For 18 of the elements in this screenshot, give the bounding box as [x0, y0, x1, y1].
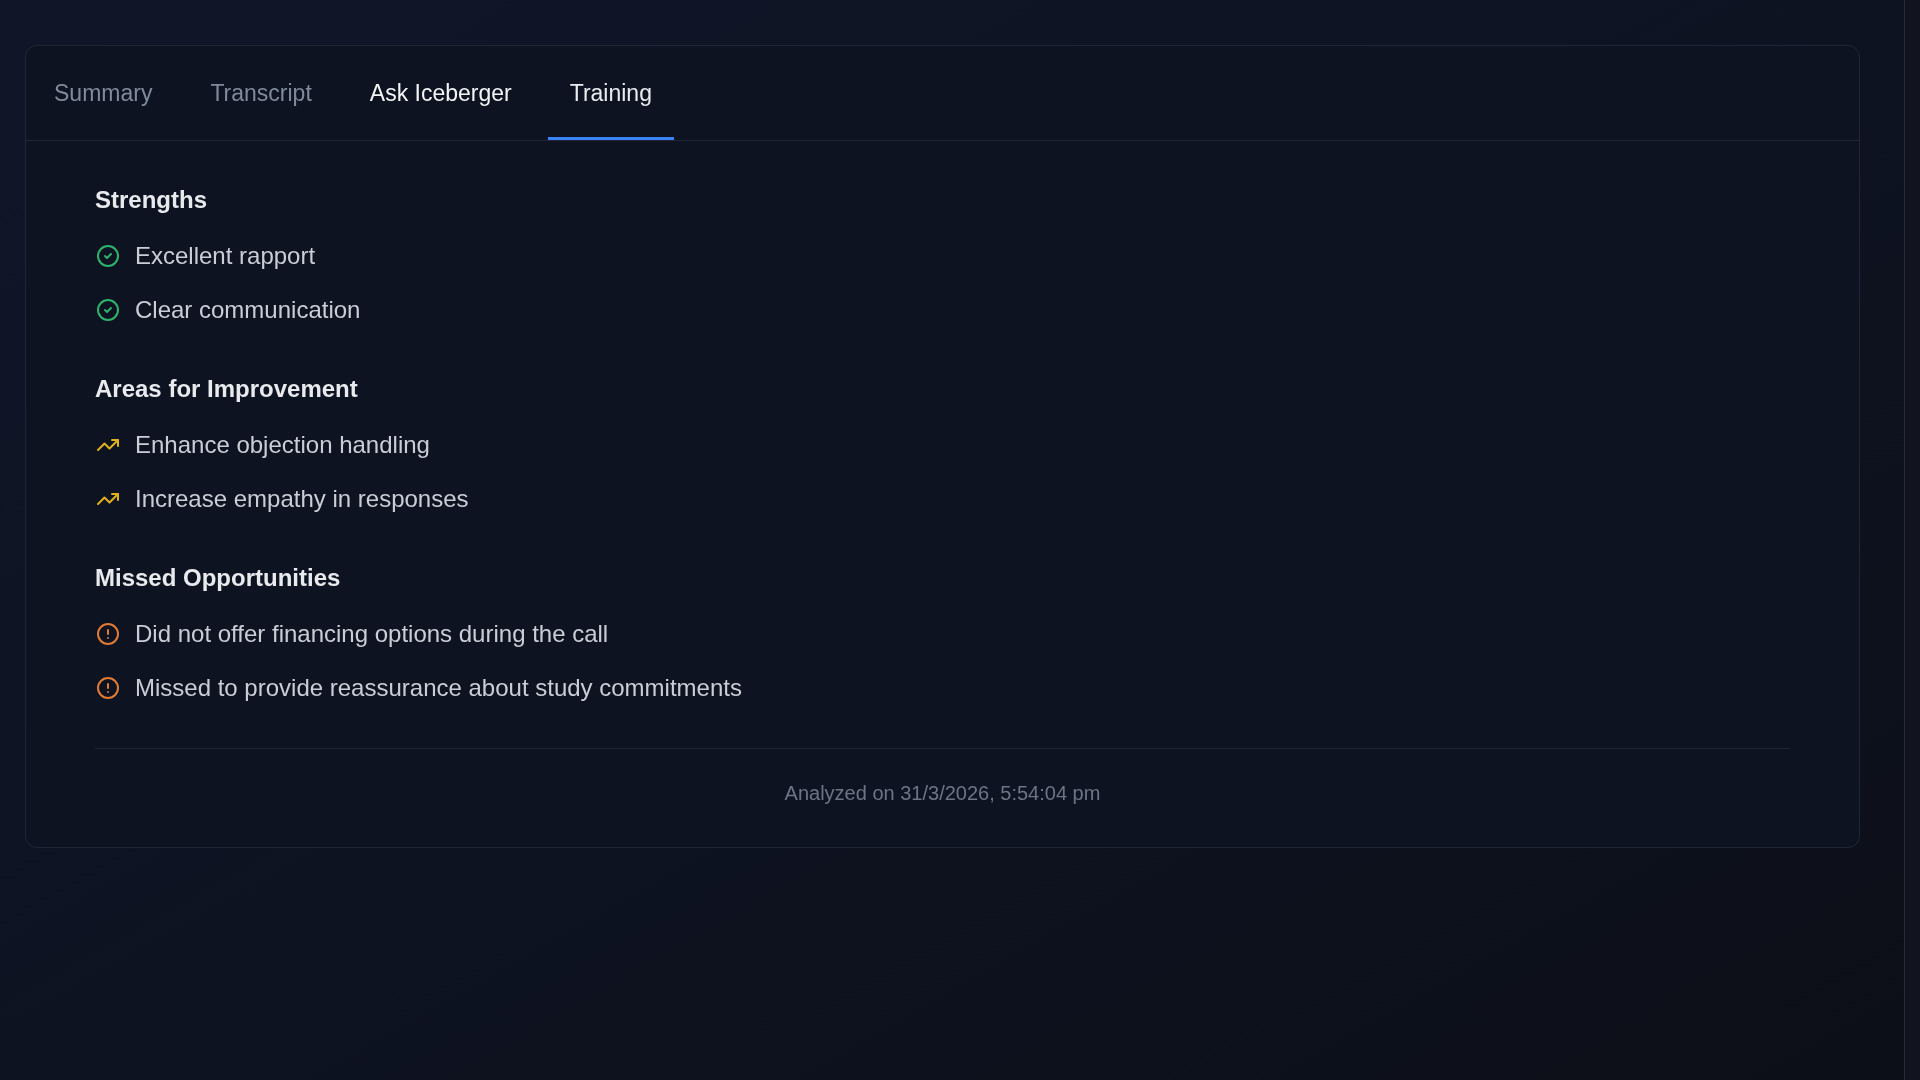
alert-circle-icon	[96, 622, 120, 646]
list-item-text: Excellent rapport	[135, 241, 316, 271]
check-circle-icon	[96, 244, 120, 268]
check-circle-icon	[96, 298, 120, 322]
list-item-text: Did not offer financing options during the call	[135, 619, 609, 649]
analyzed-timestamp: Analyzed on 31/3/2026, 5:54:04 pm	[784, 781, 1101, 806]
section-heading: Strengths	[95, 185, 207, 215]
list-item-text: Missed to provide reassurance about study commitments	[135, 673, 742, 703]
alert-circle-icon	[96, 676, 120, 700]
tab[interactable]: Ask Iceberger	[347, 46, 534, 140]
tab[interactable]: Transcript	[188, 46, 334, 140]
list-item-text: Enhance objection handling	[135, 430, 430, 460]
section-heading: Areas for Improvement	[95, 374, 358, 404]
tab[interactable]: Summary	[32, 46, 175, 140]
list-item-text: Clear communication	[135, 295, 361, 325]
tab[interactable]: Training	[547, 46, 674, 140]
section-heading: Missed Opportunities	[95, 563, 341, 593]
list-item-text: Increase empathy in responses	[135, 484, 469, 514]
